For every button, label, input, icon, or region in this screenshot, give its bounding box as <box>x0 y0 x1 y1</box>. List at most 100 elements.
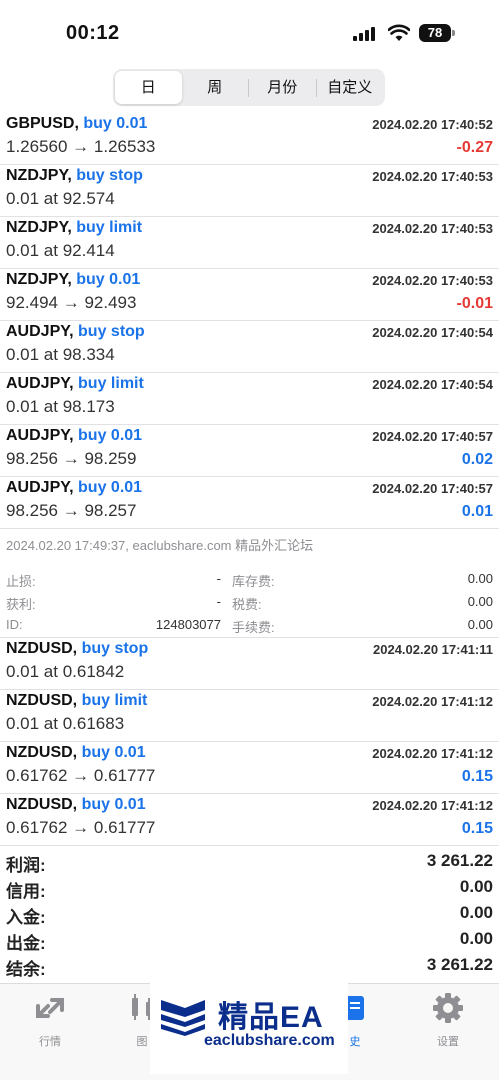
cellular-signal-icon <box>353 27 375 41</box>
swap-label: 库存费: <box>232 574 275 589</box>
battery-level: 78 <box>419 24 451 42</box>
summary-value: 3 261.22 <box>426 851 493 870</box>
trade-price: 0.01 at 98.173 <box>6 397 115 416</box>
trade-symbol: NZDUSD, buy 0.01 <box>6 796 146 814</box>
stop-loss-label: 止损: <box>6 574 36 589</box>
summary-credit: 信用: 0.00 <box>0 874 499 901</box>
trade-row[interactable]: GBPUSD, buy 0.01 2024.02.20 17:40:52 1.265… <box>0 113 499 165</box>
trade-time: 2024.02.20 17:40:53 <box>372 169 493 184</box>
watermark-title: 精品EA <box>218 1001 324 1034</box>
summary-label: 入金: <box>6 908 46 927</box>
expanded-header: 2024.02.20 17:49:37, eaclubshare.com 精品外… <box>6 538 314 553</box>
swap-value: 0.00 <box>467 571 493 586</box>
trade-profit: -0.01 <box>456 295 493 312</box>
order-type: buy stop <box>76 167 143 184</box>
trade-row[interactable]: AUDJPY, buy limit 2024.02.20 17:40:54 0.01… <box>0 373 499 425</box>
detail-row-id: ID: 124803077 手续费: 0.00 <box>6 617 493 639</box>
trade-profit: 0.02 <box>461 451 493 468</box>
detail-row-tp: 获利: - 税费: 0.00 <box>6 594 493 616</box>
tab-month[interactable]: 月份 <box>249 71 316 104</box>
trade-row[interactable]: AUDJPY, buy 0.01 2024.02.20 17:40:57 98.25… <box>0 425 499 477</box>
trade-symbol: NZDUSD, buy stop <box>6 640 148 658</box>
trade-row[interactable]: NZDUSD, buy 0.01 2024.02.20 17:41:12 0.617… <box>0 794 499 846</box>
trade-row[interactable]: NZDJPY, buy stop 2024.02.20 17:40:53 0.01 … <box>0 165 499 217</box>
trade-symbol: AUDJPY, buy stop <box>6 323 145 341</box>
trade-time: 2024.02.20 17:40:52 <box>372 117 493 132</box>
trade-row[interactable]: NZDJPY, buy limit 2024.02.20 17:40:53 0.01… <box>0 217 499 269</box>
period-segmented-control: 日 周 月份 自定义 <box>113 69 385 106</box>
symbol-text: NZDJPY, <box>6 271 72 288</box>
trade-row[interactable]: NZDUSD, buy stop 2024.02.20 17:41:11 0.01 … <box>0 638 499 690</box>
trade-time: 2024.02.20 17:41:11 <box>373 642 493 657</box>
tab-week[interactable]: 周 <box>182 71 249 104</box>
tax-label: 税费: <box>232 597 262 612</box>
summary-value: 0.00 <box>459 877 493 896</box>
tabbar-settings[interactable]: 设置 <box>403 992 493 1052</box>
trade-time: 2024.02.20 17:40:57 <box>372 429 493 444</box>
trade-time: 2024.02.20 17:40:54 <box>372 325 493 340</box>
status-bar: 00:12 78 <box>0 0 499 62</box>
trade-row[interactable]: NZDJPY, buy 0.01 2024.02.20 17:40:53 92.49… <box>0 269 499 321</box>
order-type: buy stop <box>81 640 149 657</box>
trade-symbol: AUDJPY, buy 0.01 <box>6 479 142 497</box>
trade-profit: 0.01 <box>461 503 493 520</box>
take-profit-value: - <box>216 594 221 609</box>
summary-value: 3 261.22 <box>426 955 493 974</box>
order-type: buy 0.01 <box>81 796 146 813</box>
trade-time: 2024.02.20 17:41:12 <box>372 746 493 761</box>
symbol-text: AUDJPY, <box>6 375 74 392</box>
watermark-url: eaclubshare.com <box>204 1032 335 1049</box>
trade-row[interactable]: AUDJPY, buy 0.01 2024.02.20 17:40:57 98.25… <box>0 477 499 529</box>
detail-row-sl: 止损: - 库存费: 0.00 <box>6 571 493 593</box>
expanded-trade-details[interactable]: 2024.02.20 17:49:37, eaclubshare.com 精品外… <box>0 529 499 638</box>
order-type: buy limit <box>81 692 148 709</box>
symbol-text: NZDUSD, <box>6 640 78 657</box>
trade-time: 2024.02.20 17:40:57 <box>372 481 493 496</box>
trade-symbol: NZDJPY, buy limit <box>6 219 142 237</box>
trade-row[interactable]: NZDUSD, buy 0.01 2024.02.20 17:41:12 0.617… <box>0 742 499 794</box>
tab-custom[interactable]: 自定义 <box>317 71 384 104</box>
trade-row[interactable]: NZDUSD, buy limit 2024.02.20 17:41:12 0.01… <box>0 690 499 742</box>
summary-value: 0.00 <box>459 903 493 922</box>
watermark-logo-icon <box>161 1000 205 1036</box>
trade-time: 2024.02.20 17:41:12 <box>372 798 493 813</box>
order-type: buy stop <box>78 323 145 340</box>
summary-profit: 利润: 3 261.22 <box>0 848 499 875</box>
trade-row[interactable]: AUDJPY, buy stop 2024.02.20 17:40:54 0.01 … <box>0 321 499 373</box>
summary-withdrawal: 出金: 0.00 <box>0 926 499 953</box>
trade-price: 0.61762 → 0.61777 <box>6 766 156 785</box>
symbol-text: GBPUSD, <box>6 115 79 132</box>
trade-profit: 0.15 <box>461 820 493 837</box>
tabbar-label: 行情 <box>39 1036 61 1048</box>
trade-price: 0.61762 → 0.61777 <box>6 818 156 837</box>
trade-price: 92.494 → 92.493 <box>6 293 137 312</box>
symbol-text: NZDJPY, <box>6 167 72 184</box>
order-type: buy 0.01 <box>81 744 146 761</box>
trade-time: 2024.02.20 17:40:54 <box>372 377 493 392</box>
order-type: buy limit <box>76 219 143 236</box>
tabbar-quotes[interactable]: 行情 <box>5 992 95 1052</box>
symbol-text: NZDJPY, <box>6 219 72 236</box>
tab-day[interactable]: 日 <box>115 71 182 104</box>
symbol-text: AUDJPY, <box>6 427 74 444</box>
summary-deposit: 入金: 0.00 <box>0 900 499 927</box>
status-time: 00:12 <box>66 22 120 44</box>
trade-symbol: NZDJPY, buy 0.01 <box>6 271 140 289</box>
summary-balance: 结余: 3 261.22 <box>0 952 499 979</box>
id-value: 124803077 <box>155 617 221 632</box>
symbol-text: AUDJPY, <box>6 479 74 496</box>
tabbar-label: 设置 <box>437 1036 459 1048</box>
watermark-overlay: 精品EA eaclubshare.com <box>150 982 348 1074</box>
id-label: ID: <box>6 617 23 632</box>
order-type: buy 0.01 <box>83 115 148 132</box>
trade-price: 0.01 at 0.61683 <box>6 714 125 733</box>
trade-price: 0.01 at 92.414 <box>6 241 115 260</box>
battery-icon: 78 <box>419 24 455 42</box>
trade-time: 2024.02.20 17:40:53 <box>372 273 493 288</box>
take-profit-label: 获利: <box>6 597 36 612</box>
history-list: GBPUSD, buy 0.01 2024.02.20 17:40:52 1.265… <box>0 113 499 846</box>
trade-symbol: GBPUSD, buy 0.01 <box>6 115 147 133</box>
tax-value: 0.00 <box>467 594 493 609</box>
trade-profit: 0.15 <box>461 768 493 785</box>
symbol-text: NZDUSD, <box>6 692 78 709</box>
